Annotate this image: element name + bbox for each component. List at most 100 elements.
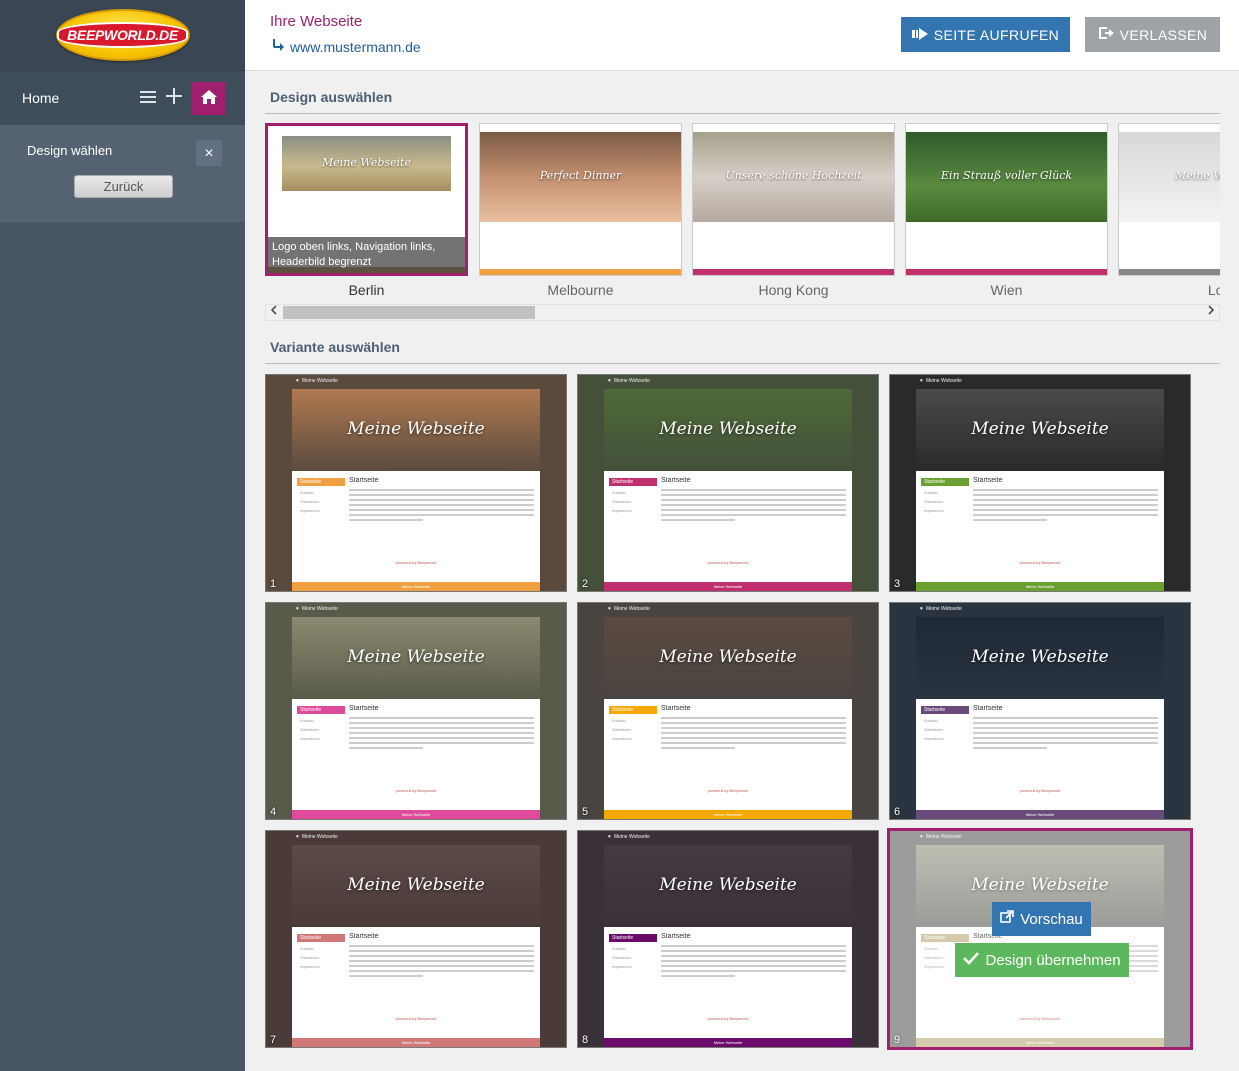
apply-design-label: Design übernehmen [985, 951, 1121, 969]
design-thumbnail[interactable]: Meine Webseite Logo oben links, Navigatio… [265, 123, 468, 276]
variant-footer: Meine Webseite [604, 810, 852, 819]
design-option-hong-kong[interactable]: Unsere schöne Hochzeit Hong Kong [692, 123, 895, 298]
text-line [349, 742, 534, 744]
text-line [349, 499, 534, 501]
visit-site-button[interactable]: SEITE AUFRUFEN [901, 17, 1070, 52]
variant-nav-item: Kontakt [612, 718, 626, 723]
variant-card-6[interactable]: ♥ Meine Webseite Meine Webseite Startseite K… [889, 602, 1191, 820]
add-icon[interactable] [166, 88, 182, 108]
variant-card-3[interactable]: ♥ Meine Webseite Meine Webseite Startseite K… [889, 374, 1191, 592]
scrollbar-thumb[interactable] [283, 306, 535, 319]
text-line [349, 970, 534, 972]
variant-nav-item: Gästebuch [612, 955, 632, 960]
design-panel-title: Design wählen [27, 143, 113, 158]
variant-text-lines [349, 945, 534, 980]
variant-content-heading: Startseite [661, 477, 691, 484]
variant-topbar: ♥ Meine Webseite [296, 606, 338, 612]
variant-powered-by: powered by Beepworld [1019, 560, 1061, 565]
variant-header-image: Meine Webseite [916, 389, 1164, 471]
variant-site-name: Meine Webseite [613, 378, 650, 384]
preview-button[interactable]: Vorschau [992, 902, 1091, 936]
variant-number: 4 [270, 806, 277, 818]
text-line [973, 499, 1158, 501]
menu-icon[interactable] [140, 88, 156, 108]
thumbnail-site-title: Meine Webseite [1175, 169, 1220, 182]
scroll-left-arrow-icon[interactable] [266, 305, 282, 320]
variant-topbar: ♥ Meine Webseite [296, 378, 338, 384]
variant-card-5[interactable]: ♥ Meine Webseite Meine Webseite Startseite K… [577, 602, 879, 820]
design-option-wien[interactable]: Ein Strauß voller Glück Wien [905, 123, 1108, 298]
variant-powered-by: powered by Beepworld [395, 788, 437, 793]
text-line [349, 732, 534, 734]
variant-nav-item: Kontakt [300, 718, 314, 723]
variant-card-8[interactable]: ♥ Meine Webseite Meine Webseite Startseite K… [577, 830, 879, 1048]
design-section-divider [265, 113, 1220, 114]
design-scrollbar[interactable] [265, 304, 1220, 321]
variant-nav: Startseite Kontakt Gästebuch Impressum [609, 706, 657, 741]
variant-body: Startseite Kontakt Gästebuch Impressum Start… [604, 927, 852, 1047]
variant-body: Startseite Kontakt Gästebuch Impressum Start… [604, 471, 852, 591]
text-line [661, 945, 846, 947]
variant-footer: Meine Webseite [916, 582, 1164, 591]
variant-section-divider [265, 363, 1220, 364]
thumbnail-site-title: Ein Strauß voller Glück [940, 169, 1073, 182]
scroll-right-arrow-icon[interactable] [1203, 305, 1219, 320]
variant-logo-icon: ♥ [296, 378, 299, 384]
apply-design-button[interactable]: Design übernehmen [955, 943, 1129, 977]
design-section-title: Design auswählen [270, 89, 393, 105]
thumbnail-footer-bar [906, 269, 1107, 275]
thumbnail-site-title: Meine Webseite [322, 156, 411, 169]
design-option-berlin[interactable]: Meine Webseite Logo oben links, Navigatio… [265, 123, 468, 298]
variant-text-lines [661, 717, 846, 752]
home-label[interactable]: Home [22, 90, 130, 106]
variant-logo-icon: ♥ [608, 606, 611, 612]
variant-nav-item: Impressum [300, 508, 320, 513]
variant-card-4[interactable]: ♥ Meine Webseite Meine Webseite Startseite K… [265, 602, 567, 820]
variant-footer: Meine Webseite [604, 582, 852, 591]
text-line [349, 955, 534, 957]
design-thumbnail[interactable]: Meine Webseite [1118, 123, 1220, 276]
variant-nav-item: Kontakt [300, 490, 314, 495]
design-option-lon[interactable]: Meine Webseite Lon [1118, 123, 1220, 298]
text-line [661, 965, 846, 967]
variant-footer: Meine Webseite [604, 1038, 852, 1047]
variant-logo-icon: ♥ [920, 606, 923, 612]
design-option-melbourne[interactable]: Perfect Dinner Melbourne [479, 123, 682, 298]
text-line [661, 494, 846, 496]
close-button[interactable]: × [196, 140, 222, 166]
design-thumbnail[interactable]: Perfect Dinner [479, 123, 682, 276]
variant-header-image: Meine Webseite [292, 389, 540, 471]
variant-nav: Startseite Kontakt Gästebuch Impressum [297, 934, 345, 969]
design-name-label: Melbourne [547, 282, 614, 298]
variant-content-heading: Startseite [661, 705, 691, 712]
variant-number: 7 [270, 1034, 277, 1046]
text-line [661, 970, 846, 972]
variant-powered-by: powered by Beepworld [707, 1016, 749, 1021]
design-thumbnail[interactable]: Ein Strauß voller Glück [905, 123, 1108, 276]
back-button[interactable]: Zurück [74, 175, 173, 198]
design-thumbnail[interactable]: Unsere schöne Hochzeit [692, 123, 895, 276]
variant-card-1[interactable]: ♥ Meine Webseite Meine Webseite Startseite K… [265, 374, 567, 592]
text-line [661, 499, 846, 501]
variant-site-name: Meine Webseite [301, 378, 338, 384]
variant-header-title: Meine Webseite [659, 419, 797, 439]
variant-content-heading: Startseite [661, 933, 691, 940]
site-url-link[interactable]: www.mustermann.de [270, 38, 421, 55]
home-button[interactable] [192, 81, 225, 115]
variant-card-7[interactable]: ♥ Meine Webseite Meine Webseite Startseite K… [265, 830, 567, 1048]
beepworld-logo[interactable]: BEEPWORLD.DE [55, 9, 190, 61]
text-line [973, 747, 1047, 749]
variant-card-9[interactable]: ♥ Meine Webseite Meine Webseite Startseite K… [887, 828, 1193, 1050]
variant-card-2[interactable]: ♥ Meine Webseite Meine Webseite Startseite K… [577, 374, 879, 592]
variant-number: 2 [582, 578, 589, 590]
variant-nav-item: Kontakt [612, 946, 626, 951]
leave-button[interactable]: VERLASSEN [1085, 17, 1220, 52]
variant-nav-item: Gästebuch [612, 727, 632, 732]
variant-site-name: Meine Webseite [925, 606, 962, 612]
thumbnail-footer-bar [480, 269, 681, 275]
variant-body: Startseite Kontakt Gästebuch Impressum Start… [292, 471, 540, 591]
variant-footer: Meine Webseite [916, 810, 1164, 819]
logo-text: BEEPWORLD.DE [57, 22, 188, 48]
text-line [349, 722, 534, 724]
text-line [973, 732, 1158, 734]
